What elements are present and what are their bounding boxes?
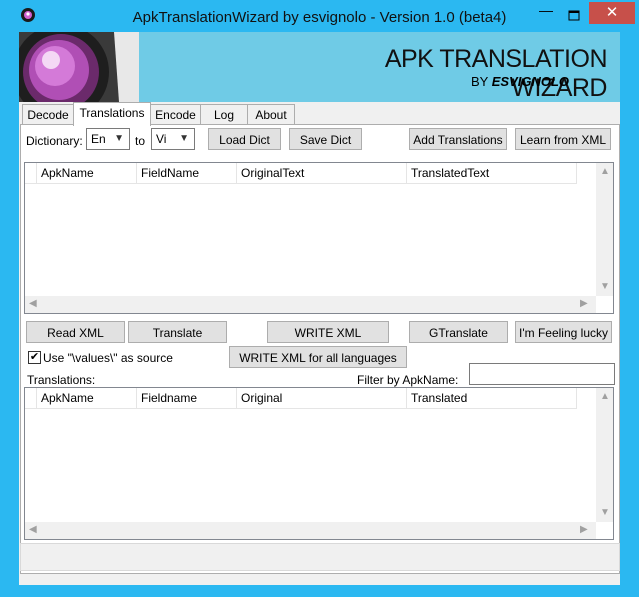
scroll-right-icon[interactable]: ▶ [580, 524, 588, 535]
save-dict-button[interactable]: Save Dict [289, 128, 362, 150]
dictionary-from-value: En [91, 132, 106, 146]
scroll-down-icon[interactable]: ▼ [600, 281, 610, 292]
feeling-lucky-button[interactable]: I'm Feeling lucky [515, 321, 612, 343]
grid-header: ApkName Fieldname Original Translated [25, 388, 577, 409]
banner-author: ESVIGNOLO [491, 74, 570, 89]
use-values-label: Use "\values\" as source [43, 351, 173, 365]
header-banner: APK TRANSLATION WIZARD BY ESVIGNOLO [19, 32, 620, 102]
tab-log[interactable]: Log [200, 104, 248, 125]
maximize-button[interactable] [561, 2, 587, 26]
grid-header: ApkName FieldName OriginalText Translate… [25, 163, 577, 184]
row-header-cell [25, 163, 37, 183]
dictionary-to-value: Vi [156, 132, 167, 146]
column-header[interactable]: OriginalText [237, 163, 407, 183]
banner-by: BY [471, 74, 492, 89]
scroll-left-icon[interactable]: ◀ [29, 524, 37, 535]
column-header[interactable]: ApkName [37, 388, 137, 408]
translations-label: Translations: [27, 373, 96, 387]
row-header-cell [25, 388, 37, 408]
chevron-down-icon: ▼ [114, 133, 124, 144]
filter-apkname-input[interactable] [469, 363, 615, 385]
horizontal-scrollbar[interactable]: ◀ ▶ [25, 522, 596, 539]
read-xml-button[interactable]: Read XML [26, 321, 125, 343]
dictionary-from-select[interactable]: En ▼ [86, 128, 130, 150]
translations-grid[interactable]: ApkName Fieldname Original Translated ▲ … [24, 387, 614, 540]
column-header[interactable]: Fieldname [137, 388, 237, 408]
column-header[interactable]: ApkName [37, 163, 137, 183]
horizontal-scrollbar[interactable]: ◀ ▶ [25, 296, 596, 313]
write-xml-all-languages-button[interactable]: WRITE XML for all languages [229, 346, 407, 368]
chevron-down-icon: ▼ [179, 133, 189, 144]
tab-translations[interactable]: Translations [73, 102, 151, 126]
vertical-scrollbar[interactable]: ▲ ▼ [596, 163, 613, 296]
lens-logo-icon [19, 32, 139, 102]
close-button[interactable]: ✕ [589, 2, 635, 24]
tab-about[interactable]: About [247, 104, 295, 125]
dictionary-grid[interactable]: ApkName FieldName OriginalText Translate… [24, 162, 614, 314]
add-translations-button[interactable]: Add Translations [409, 128, 507, 150]
translate-button[interactable]: Translate [128, 321, 227, 343]
vertical-scrollbar[interactable]: ▲ ▼ [596, 388, 613, 522]
write-xml-button[interactable]: WRITE XML [267, 321, 389, 343]
tab-encode[interactable]: Encode [150, 104, 201, 125]
column-header[interactable]: Original [237, 388, 407, 408]
to-label: to [135, 134, 146, 148]
scroll-right-icon[interactable]: ▶ [580, 298, 588, 309]
column-header[interactable]: Translated [407, 388, 577, 408]
gtranslate-button[interactable]: GTranslate [409, 321, 508, 343]
use-values-checkbox[interactable]: ✔ [28, 351, 41, 364]
learn-from-xml-button[interactable]: Learn from XML [515, 128, 611, 150]
dictionary-to-select[interactable]: Vi ▼ [151, 128, 195, 150]
column-header[interactable]: FieldName [137, 163, 237, 183]
column-header[interactable]: TranslatedText [407, 163, 577, 183]
dictionary-label: Dictionary: [26, 134, 83, 148]
scroll-up-icon[interactable]: ▲ [600, 166, 610, 177]
status-strip [20, 543, 620, 571]
minimize-button[interactable]: — [533, 2, 559, 26]
scroll-down-icon[interactable]: ▼ [600, 507, 610, 518]
tab-decode[interactable]: Decode [22, 104, 74, 125]
scroll-left-icon[interactable]: ◀ [29, 298, 37, 309]
filter-label: Filter by ApkName: [357, 373, 459, 387]
scroll-up-icon[interactable]: ▲ [600, 391, 610, 402]
banner-byline: BY ESVIGNOLO [471, 74, 569, 89]
load-dict-button[interactable]: Load Dict [208, 128, 281, 150]
